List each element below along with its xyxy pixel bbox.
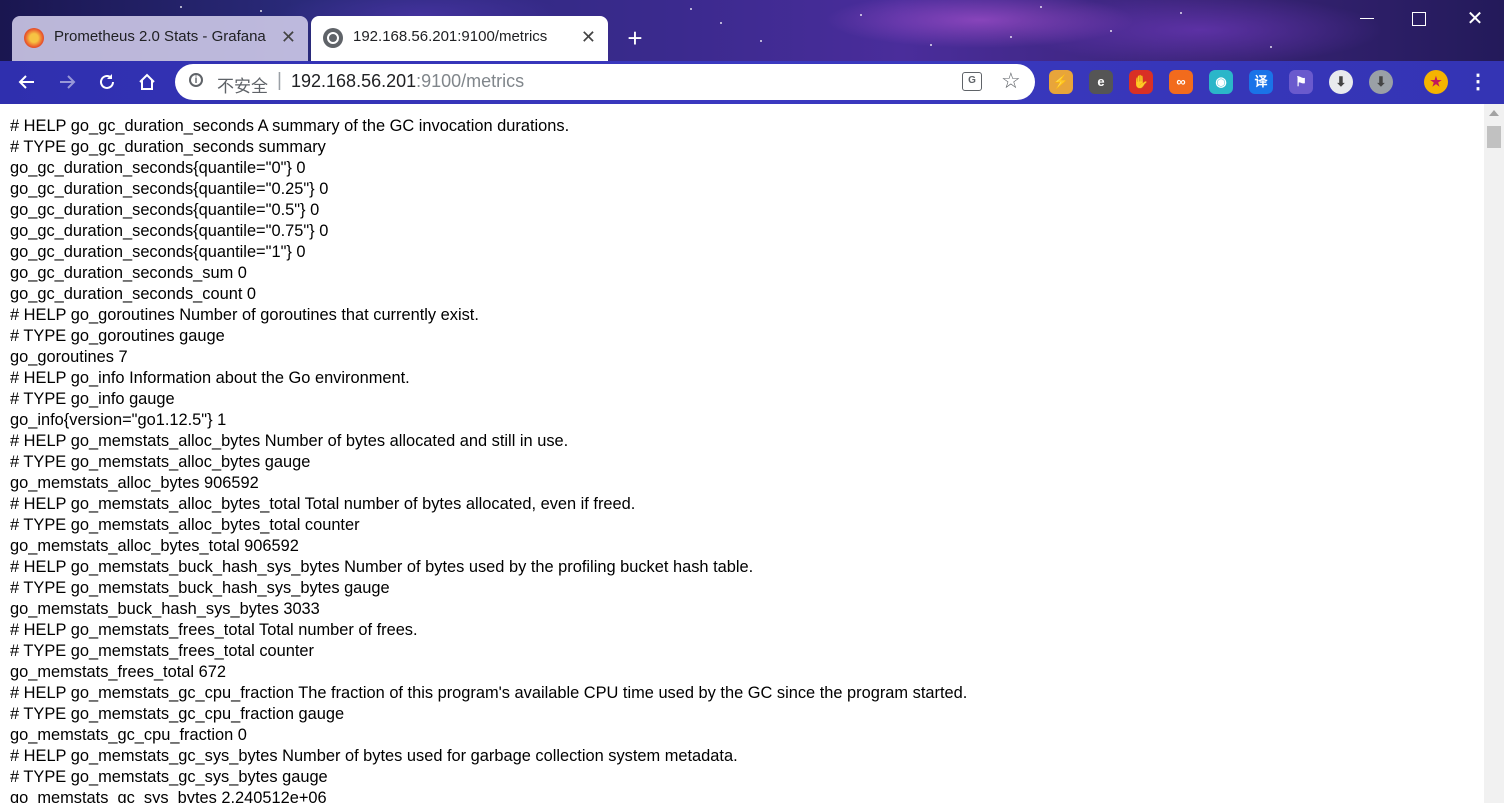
tab-close-icon[interactable]: ✕: [581, 27, 596, 47]
reload-icon: [100, 74, 114, 89]
metric-value-line: go_memstats_alloc_bytes 906592: [10, 474, 259, 492]
metric-value-line: go_gc_duration_seconds{quantile="0.75"} …: [10, 222, 329, 240]
maximize-icon: [1412, 11, 1426, 26]
metric-comment-line: # HELP go_memstats_frees_total Total num…: [10, 621, 418, 639]
tab-title: Prometheus 2.0 Stats - Grafana: [54, 28, 266, 45]
metrics-text: # HELP go_gc_duration_seconds A summary …: [10, 116, 967, 803]
ext-infinity-icon[interactable]: ∞: [1169, 70, 1193, 94]
ext-colorful-icon[interactable]: ⚡: [1049, 70, 1073, 94]
metric-comment-line: # HELP go_memstats_alloc_bytes Number of…: [10, 432, 569, 450]
metric-value-line: go_gc_duration_seconds{quantile="0.25"} …: [10, 180, 329, 198]
ext-puzzle-icon[interactable]: ⚑: [1289, 70, 1313, 94]
tab-title: 192.168.56.201:9100/metrics: [353, 28, 548, 45]
reload-button[interactable]: [92, 67, 122, 97]
metric-comment-line: # TYPE go_memstats_gc_cpu_fraction gauge: [10, 705, 345, 723]
profile-avatar-icon[interactable]: ★: [1424, 70, 1448, 94]
metric-comment-line: # TYPE go_memstats_buck_hash_sys_bytes g…: [10, 579, 390, 597]
metric-comment-line: # TYPE go_memstats_alloc_bytes_total cou…: [10, 516, 360, 534]
new-tab-button[interactable]: +: [620, 24, 650, 54]
browser-toolbar: i 不安全 | 192.168.56.201:9100/metrics G ☆ …: [0, 61, 1504, 104]
ext-e-icon[interactable]: e: [1089, 70, 1113, 94]
metric-value-line: go_gc_duration_seconds{quantile="0"} 0: [10, 159, 306, 177]
ext-translate-icon[interactable]: 译: [1249, 70, 1273, 94]
metric-comment-line: # HELP go_memstats_buck_hash_sys_bytes N…: [10, 558, 754, 576]
title-bar: Prometheus 2.0 Stats - Grafana ✕ 192.168…: [0, 0, 1504, 61]
metric-comment-line: # TYPE go_goroutines gauge: [10, 327, 225, 345]
metric-comment-line: # TYPE go_memstats_frees_total counter: [10, 642, 314, 660]
url-path: :9100/metrics: [416, 71, 525, 91]
url-text[interactable]: 192.168.56.201:9100/metrics: [291, 71, 524, 92]
metric-comment-line: # HELP go_memstats_alloc_bytes_total Tot…: [10, 495, 636, 513]
home-button[interactable]: [132, 67, 162, 97]
close-window-button[interactable]: ✕: [1452, 0, 1498, 38]
metric-value-line: go_goroutines 7: [10, 348, 128, 366]
grafana-icon: [24, 28, 44, 48]
ext-circle-icon[interactable]: ◉: [1209, 70, 1233, 94]
metric-comment-line: # HELP go_info Information about the Go …: [10, 369, 410, 387]
menu-icon[interactable]: ⋮: [1468, 67, 1488, 97]
back-arrow-icon: [18, 75, 34, 89]
metric-comment-line: # TYPE go_gc_duration_seconds summary: [10, 138, 326, 156]
tab-grafana[interactable]: Prometheus 2.0 Stats - Grafana ✕: [12, 16, 308, 61]
metric-comment-line: # TYPE go_memstats_gc_sys_bytes gauge: [10, 768, 328, 786]
url-separator: |: [277, 70, 282, 91]
info-icon[interactable]: i: [189, 73, 203, 87]
metric-comment-line: # TYPE go_memstats_alloc_bytes gauge: [10, 453, 311, 471]
metric-value-line: go_memstats_gc_cpu_fraction 0: [10, 726, 247, 744]
home-icon: [139, 73, 155, 90]
metric-comment-line: # HELP go_memstats_gc_cpu_fraction The f…: [10, 684, 968, 702]
metric-value-line: go_memstats_buck_hash_sys_bytes 3033: [10, 600, 320, 618]
close-icon: ✕: [1466, 8, 1484, 30]
minimize-icon: [1360, 18, 1374, 20]
metric-value-line: go_memstats_frees_total 672: [10, 663, 226, 681]
security-label[interactable]: 不安全: [217, 72, 268, 97]
tab-metrics[interactable]: 192.168.56.201:9100/metrics ✕: [311, 16, 608, 61]
minimize-button[interactable]: [1344, 0, 1390, 38]
metric-comment-line: # HELP go_memstats_gc_sys_bytes Number o…: [10, 747, 738, 765]
globe-icon: [323, 28, 343, 48]
metric-comment-line: # HELP go_goroutines Number of goroutine…: [10, 306, 479, 324]
scroll-up-arrow-icon[interactable]: [1489, 110, 1499, 116]
scrollbar-thumb[interactable]: [1487, 126, 1501, 148]
metric-value-line: go_gc_duration_seconds{quantile="1"} 0: [10, 243, 306, 261]
ext-stop-hand-icon[interactable]: ✋: [1129, 70, 1153, 94]
metric-value-line: go_memstats_gc_sys_bytes 2.240512e+06: [10, 789, 327, 803]
tab-close-icon[interactable]: ✕: [281, 27, 296, 47]
back-button[interactable]: [12, 67, 42, 97]
ext-download-icon[interactable]: ⬇: [1329, 70, 1353, 94]
vertical-scrollbar[interactable]: [1484, 104, 1504, 803]
ext-download2-icon[interactable]: ⬇: [1369, 70, 1393, 94]
metric-value-line: go_gc_duration_seconds_sum 0: [10, 264, 247, 282]
metric-comment-line: # HELP go_gc_duration_seconds A summary …: [10, 117, 570, 135]
forward-button[interactable]: [52, 67, 82, 97]
forward-arrow-icon: [60, 75, 76, 89]
address-bar[interactable]: i 不安全 | 192.168.56.201:9100/metrics G ☆: [175, 64, 1035, 100]
plus-icon: +: [627, 23, 643, 53]
metric-value-line: go_gc_duration_seconds{quantile="0.5"} 0: [10, 201, 320, 219]
metric-comment-line: # TYPE go_info gauge: [10, 390, 175, 408]
metric-value-line: go_info{version="go1.12.5"} 1: [10, 411, 227, 429]
translate-icon[interactable]: G: [962, 72, 982, 91]
url-host: 192.168.56.201: [291, 71, 417, 91]
metric-value-line: go_gc_duration_seconds_count 0: [10, 285, 257, 303]
maximize-button[interactable]: [1396, 0, 1442, 38]
metric-value-line: go_memstats_alloc_bytes_total 906592: [10, 537, 299, 555]
page-content: # HELP go_gc_duration_seconds A summary …: [0, 104, 1484, 803]
star-icon[interactable]: ☆: [1001, 68, 1021, 94]
